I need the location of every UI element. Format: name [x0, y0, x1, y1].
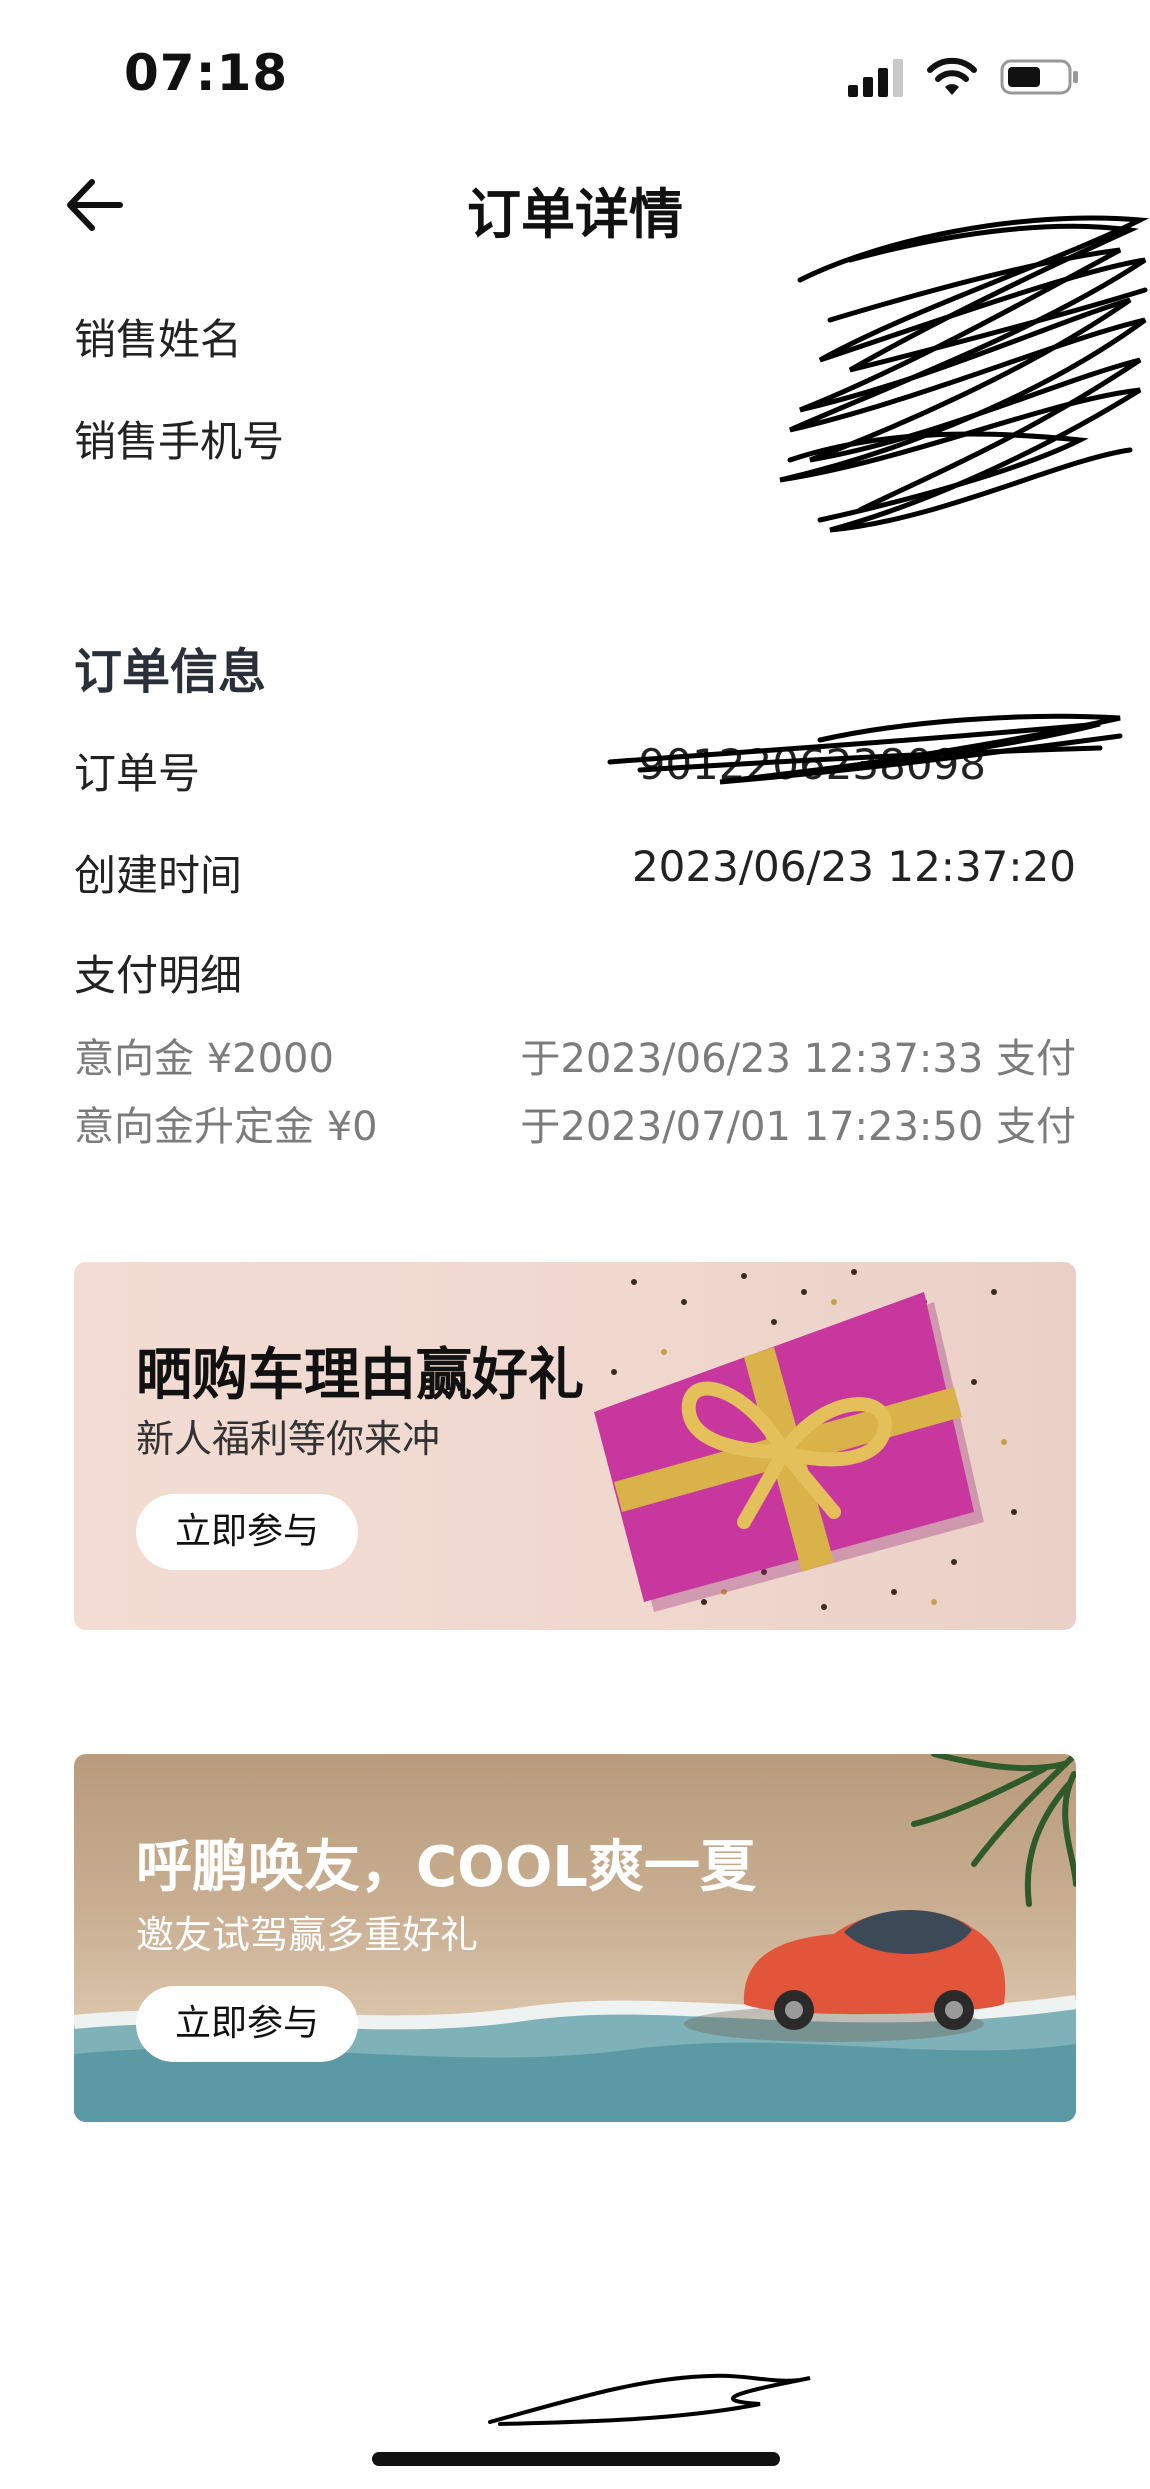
payment-detail-title: 支付明细: [74, 951, 243, 1000]
status-icons: [848, 52, 1080, 102]
payment-item-left: 意向金 ¥2000: [74, 1036, 334, 1082]
order-info-section-title: 订单信息: [74, 644, 267, 700]
gift-box-illustration: [594, 1269, 1017, 1612]
order-number-label: 订单号: [74, 749, 201, 798]
page-title: 订单详情: [467, 183, 683, 246]
status-time: 07:18: [124, 44, 289, 102]
order-number-value: 9012206238098: [638, 740, 986, 789]
sales-phone-label: 销售手机号: [74, 417, 285, 466]
created-time-value: 2023/06/23 12:37:20: [631, 842, 1076, 891]
bottom-scribble: [488, 2373, 811, 2426]
home-indicator[interactable]: [372, 2452, 780, 2466]
created-time-label: 创建时间: [74, 851, 243, 900]
banner-subtitle: 新人福利等你来冲: [136, 1417, 441, 1461]
wifi-icon: [927, 57, 977, 95]
banner-title: 晒购车理由赢好礼: [136, 1343, 584, 1408]
payment-item-right: 于2023/07/01 17:23:50 支付: [520, 1104, 1076, 1150]
join-now-button[interactable]: 立即参与: [136, 1986, 358, 2062]
cellular-signal-icon: [848, 59, 903, 97]
redaction-scribble: [779, 215, 1150, 533]
promo-banner-summer[interactable]: 呼鹏唤友，COOL爽一夏 邀友试驾赢多重好礼 立即参与: [74, 1754, 1076, 2122]
join-now-button[interactable]: 立即参与: [136, 1494, 358, 1570]
promo-banner-gift[interactable]: 晒购车理由赢好礼 新人福利等你来冲 立即参与: [74, 1262, 1076, 1630]
banner-subtitle: 邀友试驾赢多重好礼: [136, 1913, 479, 1957]
banner-title: 呼鹏唤友，COOL爽一夏: [136, 1835, 756, 1900]
battery-icon: [1000, 59, 1078, 95]
sales-name-label: 销售姓名: [74, 315, 243, 364]
payment-item-left: 意向金升定金 ¥0: [74, 1104, 378, 1150]
payment-item-right: 于2023/06/23 12:37:33 支付: [520, 1036, 1076, 1082]
